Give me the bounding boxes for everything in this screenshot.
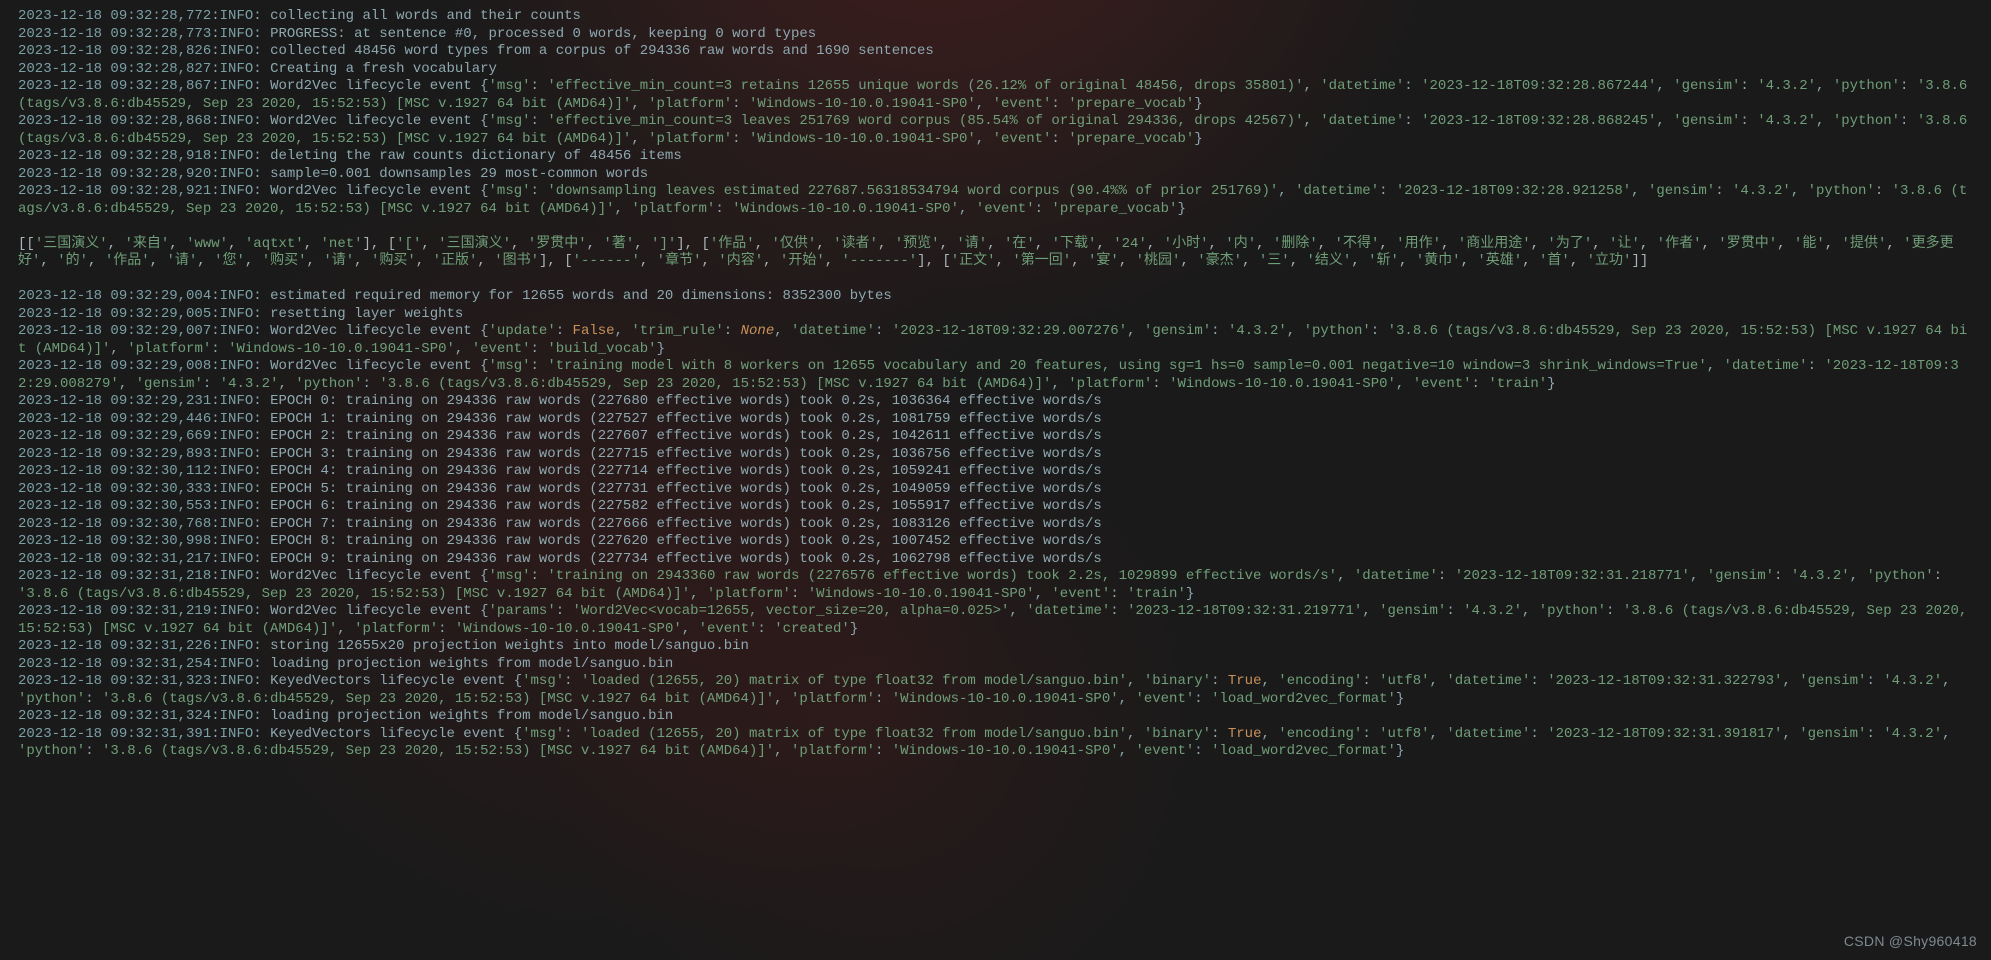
log-line: 2023-12-18 09:32:28,827:INFO: Creating a… (18, 61, 1973, 79)
log-line: 2023-12-18 09:32:29,893:INFO: EPOCH 3: t… (18, 446, 1973, 464)
blank-line (18, 218, 1973, 236)
log-line: 2023-12-18 09:32:30,998:INFO: EPOCH 8: t… (18, 533, 1973, 551)
log-line: 2023-12-18 09:32:28,921:INFO: Word2Vec l… (18, 183, 1973, 218)
log-line: 2023-12-18 09:32:31,219:INFO: Word2Vec l… (18, 603, 1973, 638)
log-line: 2023-12-18 09:32:31,391:INFO: KeyedVecto… (18, 726, 1973, 761)
log-line: 2023-12-18 09:32:30,333:INFO: EPOCH 5: t… (18, 481, 1973, 499)
log-line: 2023-12-18 09:32:29,005:INFO: resetting … (18, 306, 1973, 324)
log-line: 2023-12-18 09:32:31,226:INFO: storing 12… (18, 638, 1973, 656)
log-line: 2023-12-18 09:32:28,826:INFO: collected … (18, 43, 1973, 61)
log-line: 2023-12-18 09:32:31,217:INFO: EPOCH 9: t… (18, 551, 1973, 569)
log-line: 2023-12-18 09:32:30,112:INFO: EPOCH 4: t… (18, 463, 1973, 481)
log-line: 2023-12-18 09:32:31,254:INFO: loading pr… (18, 656, 1973, 674)
stdout-line: [['三国演义', '来自', 'www', 'aqtxt', 'net'], … (18, 236, 1973, 271)
log-line: 2023-12-18 09:32:28,867:INFO: Word2Vec l… (18, 78, 1973, 113)
log-line: 2023-12-18 09:32:28,920:INFO: sample=0.0… (18, 166, 1973, 184)
log-line: 2023-12-18 09:32:30,768:INFO: EPOCH 7: t… (18, 516, 1973, 534)
log-line: 2023-12-18 09:32:28,868:INFO: Word2Vec l… (18, 113, 1973, 148)
blank-line (18, 271, 1973, 289)
log-line: 2023-12-18 09:32:28,773:INFO: PROGRESS: … (18, 26, 1973, 44)
log-line: 2023-12-18 09:32:31,323:INFO: KeyedVecto… (18, 673, 1973, 708)
log-line: 2023-12-18 09:32:29,231:INFO: EPOCH 0: t… (18, 393, 1973, 411)
log-line: 2023-12-18 09:32:29,004:INFO: estimated … (18, 288, 1973, 306)
log-line: 2023-12-18 09:32:30,553:INFO: EPOCH 6: t… (18, 498, 1973, 516)
log-line: 2023-12-18 09:32:29,446:INFO: EPOCH 1: t… (18, 411, 1973, 429)
log-line: 2023-12-18 09:32:28,918:INFO: deleting t… (18, 148, 1973, 166)
log-line: 2023-12-18 09:32:29,669:INFO: EPOCH 2: t… (18, 428, 1973, 446)
log-line: 2023-12-18 09:32:31,324:INFO: loading pr… (18, 708, 1973, 726)
log-line: 2023-12-18 09:32:31,218:INFO: Word2Vec l… (18, 568, 1973, 603)
watermark: CSDN @Shy960418 (1844, 933, 1977, 951)
console-output[interactable]: 2023-12-18 09:32:28,772:INFO: collecting… (0, 0, 1991, 769)
log-line: 2023-12-18 09:32:29,007:INFO: Word2Vec l… (18, 323, 1973, 358)
log-line: 2023-12-18 09:32:28,772:INFO: collecting… (18, 8, 1973, 26)
log-line: 2023-12-18 09:32:29,008:INFO: Word2Vec l… (18, 358, 1973, 393)
